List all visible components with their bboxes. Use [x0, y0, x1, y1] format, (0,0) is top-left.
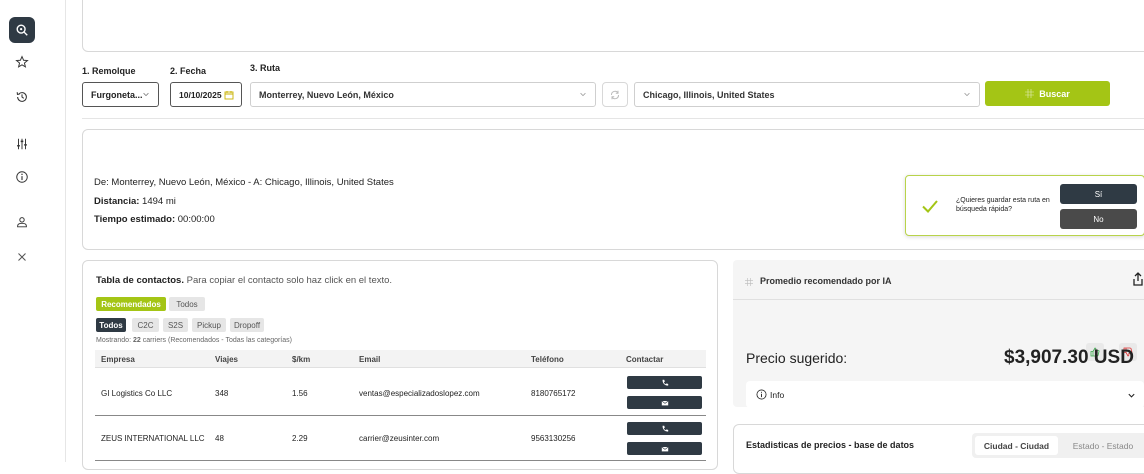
- contacts-title: Tabla de contactos. Para copiar el conta…: [96, 275, 392, 286]
- col-km: $/km: [292, 355, 311, 364]
- no-button[interactable]: No: [1060, 209, 1137, 229]
- distance-label: Distancia:: [94, 196, 140, 207]
- row2-km: 2.29: [292, 434, 308, 443]
- swap-icon: [611, 90, 619, 99]
- divider: [82, 118, 1144, 119]
- chevron-down-icon[interactable]: [1127, 391, 1136, 400]
- search-button[interactable]: Buscar: [985, 81, 1110, 106]
- chevron-down-icon: [580, 92, 586, 97]
- yes-button[interactable]: Sí: [1060, 184, 1137, 204]
- tab-todos[interactable]: Todos: [169, 297, 205, 311]
- col-contactar: Contactar: [626, 355, 664, 364]
- mail-icon: [661, 446, 668, 451]
- chevron-down-icon: [964, 92, 970, 97]
- date-label: 2. Fecha: [170, 66, 207, 76]
- grid-icon: [1025, 89, 1035, 98]
- save-question: ¿Quieres guardar esta ruta en búsqueda r…: [956, 197, 1050, 213]
- grid-icon: [745, 278, 753, 286]
- mail-icon: [661, 400, 668, 405]
- origin-select[interactable]: Monterrey, Nuevo León, México: [250, 82, 596, 107]
- email-button[interactable]: [627, 442, 702, 455]
- destination-select[interactable]: Chicago, Illinois, United States: [634, 82, 980, 107]
- showing-prefix: Mostrando:: [96, 337, 133, 344]
- call-button[interactable]: [627, 422, 702, 435]
- ai-panel-title: Promedio recomendado por IA: [760, 276, 892, 286]
- trailer-value: Furgoneta...: [91, 89, 143, 100]
- col-empresa: Empresa: [101, 355, 135, 364]
- swap-route-button[interactable]: [602, 82, 628, 107]
- suggested-price-value: $3,907.30 USD: [1004, 347, 1134, 368]
- time-row: Tiempo estimado: 00:00:00: [94, 214, 215, 225]
- row-separator: [95, 460, 706, 461]
- row2-telefono[interactable]: 9563130256: [531, 434, 576, 443]
- phone-icon: [662, 379, 668, 386]
- filter-c2c[interactable]: C2C: [132, 318, 159, 332]
- info-icon: [756, 389, 767, 400]
- segment-city-city[interactable]: Ciudad - Ciudad: [975, 436, 1058, 455]
- price-stats-title: Estadisticas de precios - base de datos: [746, 440, 915, 450]
- showing-text: Mostrando: 22 carriers (Recomendados - T…: [96, 337, 292, 344]
- share-icon[interactable]: [1132, 272, 1144, 286]
- origin-value: Monterrey, Nuevo León, México: [259, 89, 394, 100]
- checkmark-icon: [922, 200, 938, 213]
- table-header: [95, 350, 706, 368]
- row2-empresa[interactable]: ZEUS INTERNATIONAL LLC: [101, 434, 205, 443]
- row2-email[interactable]: carrier@zeusinter.com: [359, 434, 439, 443]
- trailer-select[interactable]: Furgoneta...: [82, 82, 159, 107]
- showing-count: 22: [132, 337, 141, 344]
- distance-row: Distancia: 1494 mi: [94, 196, 176, 207]
- showing-suffix: carriers (Recomendados - Todas las categ…: [140, 337, 292, 344]
- filter-s2s[interactable]: S2S: [163, 318, 188, 332]
- suggested-price-label: Precio sugerido:: [746, 350, 848, 366]
- sidebar-divider: [65, 0, 66, 462]
- close-icon[interactable]: [9, 244, 35, 270]
- filter-todos[interactable]: Todos: [96, 318, 126, 332]
- info-accordion[interactable]: [746, 381, 1144, 408]
- distance-value: 1494 mi: [142, 196, 176, 207]
- col-email: Email: [359, 355, 381, 364]
- row1-viajes: 348: [215, 389, 229, 398]
- segment-state-state[interactable]: Estado - Estado: [1062, 436, 1144, 455]
- sidebar: [0, 0, 44, 462]
- star-icon[interactable]: [9, 49, 35, 75]
- filter-pickup[interactable]: Pickup: [192, 318, 226, 332]
- call-button[interactable]: [627, 376, 702, 389]
- date-field[interactable]: 10/10/2025: [170, 82, 242, 107]
- search-label: Buscar: [1039, 88, 1070, 99]
- save-route-popup: ¿Quieres guardar esta ruta en búsqueda r…: [905, 175, 1144, 236]
- row1-empresa[interactable]: GI Logistics Co LLC: [101, 389, 172, 398]
- contacts-title-bold: Tabla de contactos.: [96, 275, 184, 286]
- row1-telefono[interactable]: 8180765172: [531, 389, 576, 398]
- info-icon[interactable]: [9, 164, 35, 190]
- user-icon[interactable]: [9, 209, 35, 235]
- tab-recomendados[interactable]: Recomendados: [96, 297, 166, 311]
- sliders-icon[interactable]: [9, 131, 35, 157]
- row2-viajes: 48: [215, 434, 224, 443]
- info-label: Info: [770, 390, 785, 400]
- col-telefono: Teléfono: [531, 355, 564, 364]
- route-label: 3. Ruta: [250, 63, 281, 73]
- chevron-down-icon: [143, 92, 149, 97]
- time-label: Tiempo estimado:: [94, 214, 176, 225]
- history-icon[interactable]: [9, 84, 35, 110]
- search-route-icon[interactable]: [9, 17, 35, 43]
- date-value: 10/10/2025: [179, 89, 222, 100]
- destination-value: Chicago, Illinois, United States: [643, 89, 775, 100]
- col-viajes: Viajes: [215, 355, 238, 364]
- trailer-label: 1. Remolque: [82, 66, 136, 76]
- email-button[interactable]: [627, 396, 702, 409]
- time-value: 00:00:00: [177, 214, 215, 225]
- filter-dropoff[interactable]: Dropoff: [230, 318, 264, 332]
- calendar-icon[interactable]: [224, 90, 234, 100]
- contacts-title-rest: Para copiar el contacto solo haz click e…: [183, 275, 393, 286]
- row1-email[interactable]: ventas@especializadoslopez.com: [359, 389, 480, 398]
- row1-km: 1.56: [292, 389, 308, 398]
- phone-icon: [662, 425, 668, 432]
- row-separator: [95, 415, 706, 416]
- top-card: [82, 0, 1144, 52]
- route-line: De: Monterrey, Nuevo León, México - A: C…: [94, 177, 394, 188]
